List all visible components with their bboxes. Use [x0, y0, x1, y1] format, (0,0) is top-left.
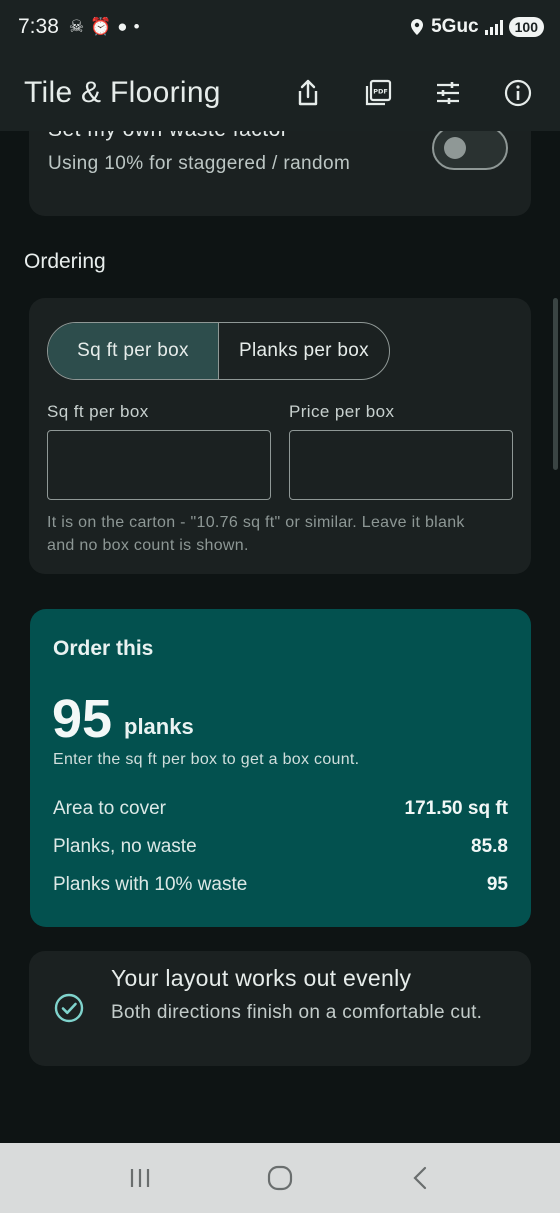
price-per-box-label: Price per box [289, 402, 395, 421]
segment-sqft-per-box[interactable]: Sq ft per box [48, 323, 219, 379]
sqft-per-box-input[interactable] [47, 430, 271, 500]
layout-status-title: Your layout works out evenly [111, 965, 412, 991]
status-right: 5Guc 100 [409, 16, 544, 38]
share-icon [298, 79, 318, 105]
order-title: Order this [53, 637, 154, 660]
box-unit-segmented-control: Sq ft per box Planks per box [47, 322, 390, 380]
recents-icon [130, 1169, 150, 1187]
app-title: Tile & Flooring [24, 75, 221, 109]
plank-unit: planks [124, 714, 194, 739]
info-icon [504, 79, 532, 106]
scrollbar[interactable] [553, 298, 558, 470]
app-bar-actions: PDF [290, 75, 536, 111]
result-row: Area to cover 171.50 sq ft [53, 798, 508, 820]
location-icon [411, 19, 424, 35]
check-circle-icon [54, 993, 84, 1023]
settings-tune-button[interactable] [430, 75, 466, 111]
result-row-value: 95 [486, 874, 508, 895]
back-icon [413, 1166, 427, 1190]
home-button[interactable] [260, 1158, 300, 1198]
result-row-label: Planks, no waste [53, 836, 197, 857]
info-button[interactable] [500, 75, 536, 111]
status-bar: 7:38 ☠ ⏰ ● • 5Guc 100 [0, 0, 560, 54]
more-notifications-icon: • [133, 17, 140, 36]
recents-button[interactable] [120, 1158, 160, 1198]
result-row-label: Planks with 10% waste [53, 874, 248, 895]
result-row: Planks, no waste 85.8 [53, 836, 508, 858]
signal-icon [484, 19, 503, 35]
price-per-box-input[interactable] [289, 430, 513, 500]
result-row-value: 85.8 [471, 836, 508, 857]
battery-level: 100 [508, 17, 544, 37]
box-count-note: Enter the sq ft per box to get a box cou… [53, 751, 360, 768]
network-type: 5Guc [431, 16, 479, 37]
svg-text:PDF: PDF [373, 87, 388, 95]
toggle-knob [444, 137, 466, 159]
waste-factor-toggle[interactable] [432, 126, 508, 170]
ordering-section-label: Ordering [24, 250, 106, 273]
status-time: 7:38 [18, 15, 59, 38]
alarm-icon: ⏰ [90, 17, 112, 36]
app-bar: Tile & Flooring PDF [0, 54, 560, 131]
carton-helper-text: It is on the carton - "10.76 sq ft" or s… [47, 514, 465, 554]
segment-planks-per-box[interactable]: Planks per box [219, 323, 389, 379]
tune-icon [437, 81, 459, 104]
plank-count: 95 [52, 689, 113, 749]
result-row: Planks with 10% waste 95 [53, 874, 508, 896]
result-row-value: 171.50 sq ft [404, 798, 509, 819]
share-button[interactable] [290, 75, 326, 111]
notification-app-icon: ☠ [68, 17, 85, 36]
chat-icon: ● [117, 17, 128, 36]
waste-setting-subtitle: Using 10% for staggered / random [48, 153, 351, 174]
result-row-label: Area to cover [53, 798, 166, 819]
pdf-button[interactable]: PDF [360, 75, 396, 111]
pdf-icon: PDF [365, 79, 392, 105]
home-icon [267, 1165, 293, 1191]
layout-status-subtitle: Both directions finish on a comfortable … [111, 1002, 483, 1023]
sqft-per-box-label: Sq ft per box [47, 402, 149, 421]
system-nav-bar [0, 1143, 560, 1213]
back-button[interactable] [400, 1158, 440, 1198]
